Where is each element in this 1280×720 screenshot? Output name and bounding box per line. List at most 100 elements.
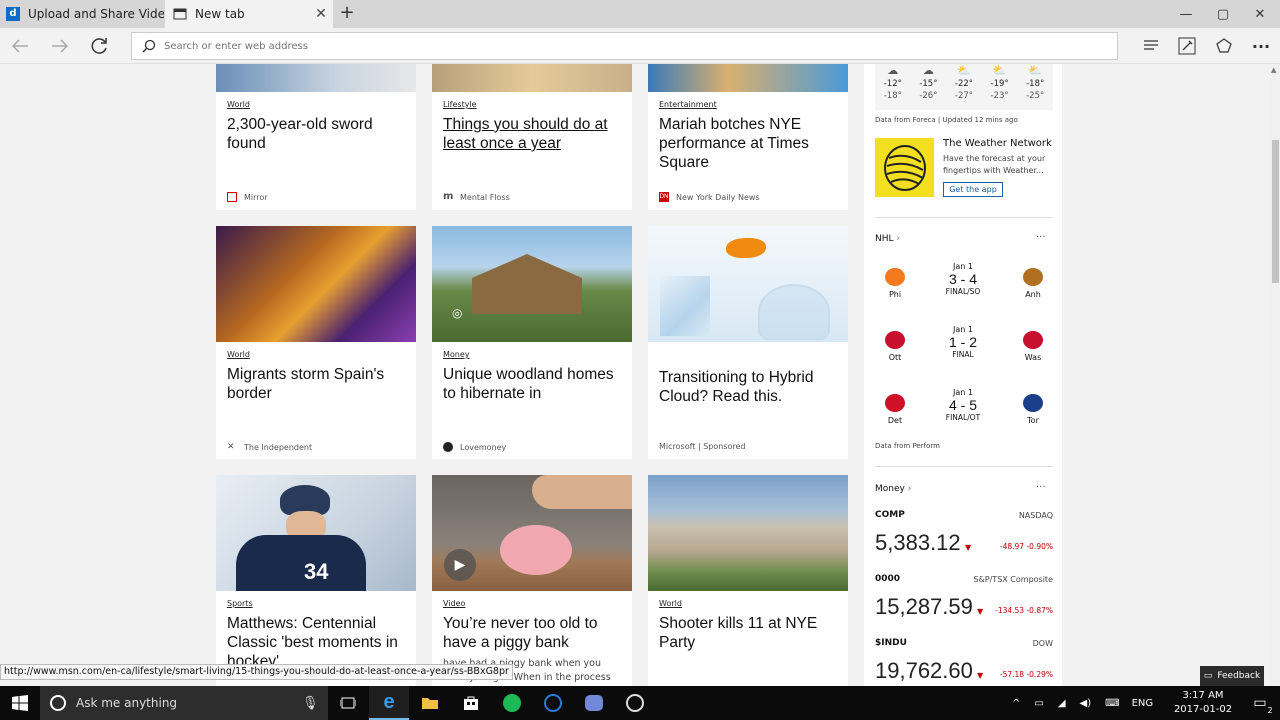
get-the-app-button[interactable]: Get the app	[943, 182, 1003, 197]
minimize-button[interactable]: —	[1166, 0, 1206, 28]
store-icon	[464, 696, 478, 710]
app-button[interactable]	[533, 686, 573, 720]
article-title[interactable]: Unique woodland homes to hibernate in	[443, 365, 624, 403]
forecast-low: -25°	[1026, 91, 1045, 101]
windows-logo-icon	[12, 695, 28, 711]
mental-floss-logo-icon: m	[443, 191, 454, 202]
tab-upload-videos[interactable]: d Upload and Share Videos | I	[0, 0, 164, 28]
taskbar: Ask me anything 🎙 e ^ ▭ ◢ ◀) ⌨ ENG 3:17 …	[0, 686, 1280, 720]
forecast-day[interactable]: ☁ -15° -26°	[911, 64, 947, 110]
dailymotion-favicon-icon: d	[6, 7, 20, 21]
nhl-more-icon[interactable]: ···	[1036, 232, 1046, 243]
news-card[interactable]: ◎ Money Unique woodland homes to hiberna…	[432, 226, 632, 459]
article-title[interactable]: Transitioning to Hybrid Cloud? Read this…	[659, 368, 840, 406]
hub-button[interactable]	[1133, 28, 1169, 64]
stock-value: 5,383.12	[875, 530, 961, 555]
volume-icon[interactable]: ◀)	[1080, 698, 1092, 709]
nhl-game[interactable]: Ott Jan 11 - 2 FINAL Was	[875, 323, 1053, 381]
clock[interactable]: 3:17 AM 2017-01-02	[1170, 689, 1236, 717]
scrollbar[interactable]: ▲	[1270, 64, 1280, 686]
web-note-button[interactable]	[1169, 28, 1205, 64]
cortana-search-box[interactable]: Ask me anything 🎙	[40, 686, 328, 720]
stock-quote[interactable]: COMP NASDAQ 5,383.12 ▼ -48.97 -0.90%	[875, 510, 1053, 570]
forecast-day[interactable]: ⛅ -22° -27°	[946, 64, 982, 110]
article-title[interactable]: Matthews: Centennial Classic 'best momen…	[227, 614, 408, 671]
battery-icon[interactable]: ▭	[1034, 698, 1043, 709]
article-title[interactable]: Things you should do at least once a yea…	[443, 115, 624, 153]
article-category[interactable]: Lifestyle	[443, 100, 624, 109]
money-heading[interactable]: Money ›	[875, 484, 911, 494]
article-image	[648, 475, 848, 591]
stock-quote[interactable]: 0000 S&P/TSX Composite 15,287.59 ▼ -134.53 -…	[875, 574, 1053, 634]
store-button[interactable]	[451, 686, 491, 720]
ad-title[interactable]: The Weather Network	[943, 138, 1052, 149]
keyboard-icon[interactable]: ⌨	[1105, 698, 1119, 709]
away-team: Tor	[1027, 416, 1039, 425]
article-category[interactable]: World	[227, 100, 408, 109]
news-card[interactable]: Entertainment Mariah botches NYE perform…	[648, 64, 848, 210]
nhl-game[interactable]: Phi Jan 13 - 4 FINAL/SO Anh	[875, 260, 1053, 318]
back-button[interactable]	[0, 28, 40, 64]
stock-quote[interactable]: $INDU DOW 19,762.60 ▼ -57.18 -0.29%	[875, 638, 1053, 686]
file-explorer-button[interactable]	[410, 686, 450, 720]
network-icon[interactable]: ◢	[1058, 698, 1066, 709]
article-title[interactable]: Migrants storm Spain's border	[227, 365, 408, 403]
nhl-game[interactable]: Det Jan 14 - 5 FINAL/OT Tor	[875, 386, 1053, 444]
article-title[interactable]: 2,300-year-old sword found	[227, 115, 408, 153]
stock-change: -57.18	[999, 670, 1025, 679]
article-title[interactable]: You’re never too old to have a piggy ban…	[443, 614, 624, 652]
forecast-day[interactable]: ⛅ -18° -25°	[1017, 64, 1053, 110]
maximize-button[interactable]: ▢	[1203, 0, 1243, 28]
search-icon	[142, 39, 156, 53]
news-card[interactable]: World Migrants storm Spain's border ✕ Th…	[216, 226, 416, 459]
forecast-day[interactable]: ☁ -12° -18°	[875, 64, 911, 110]
article-category[interactable]: Sports	[227, 599, 408, 608]
weather-network-logo-icon[interactable]	[875, 138, 934, 197]
article-category[interactable]: Video	[443, 599, 624, 608]
feedback-button[interactable]: ▭ Feedback	[1200, 666, 1264, 686]
more-actions-icon[interactable]: ···	[1243, 28, 1279, 64]
close-window-button[interactable]: ✕	[1240, 0, 1280, 28]
new-tab-button[interactable]: +	[336, 3, 358, 25]
stock-symbol: 0000	[875, 574, 901, 584]
discord-button[interactable]	[574, 686, 614, 720]
edge-taskbar-button[interactable]: e	[369, 686, 409, 720]
forecast-day[interactable]: ⛅ -19° -23°	[982, 64, 1018, 110]
refresh-button[interactable]	[80, 28, 120, 64]
money-more-icon[interactable]: ···	[1036, 482, 1046, 493]
scroll-up-icon[interactable]: ▲	[1271, 66, 1276, 74]
play-video-icon[interactable]: ▶	[444, 549, 476, 581]
start-button[interactable]	[0, 686, 40, 720]
nydn-logo-icon: DN	[659, 192, 669, 202]
stock-percent: -0.29%	[1026, 670, 1053, 679]
news-card[interactable]: World 2,300-year-old sword found Mirror	[216, 64, 416, 210]
game-score: 1 - 2	[948, 334, 977, 350]
news-card[interactable]: 34 Sports Matthews: Centennial Classic '…	[216, 475, 416, 686]
tab-new-tab[interactable]: New tab ✕	[165, 0, 333, 28]
article-category[interactable]: World	[659, 599, 840, 608]
address-input[interactable]	[164, 40, 1064, 52]
article-title[interactable]: Mariah botches NYE performance at Times …	[659, 115, 840, 172]
action-center-button[interactable]: ▭ 2	[1240, 686, 1280, 720]
nhl-heading[interactable]: NHL ›	[875, 234, 900, 244]
language-indicator[interactable]: ENG	[1132, 698, 1154, 709]
close-tab-icon[interactable]: ✕	[309, 6, 333, 22]
forward-button[interactable]	[40, 28, 80, 64]
microphone-icon[interactable]: 🎙	[302, 696, 319, 711]
scrollbar-thumb[interactable]	[1272, 140, 1279, 283]
article-category[interactable]: Money	[443, 350, 624, 359]
article-category[interactable]: World	[227, 350, 408, 359]
article-category[interactable]: Entertainment	[659, 100, 840, 109]
stock-value: 19,762.60	[875, 658, 973, 683]
news-card[interactable]: Transitioning to Hybrid Cloud? Read this…	[648, 226, 848, 459]
obs-button[interactable]	[615, 686, 655, 720]
show-hidden-icons-icon[interactable]: ^	[1012, 698, 1020, 709]
article-title[interactable]: Shooter kills 11 at NYE Party	[659, 614, 840, 652]
share-button[interactable]	[1206, 28, 1242, 64]
news-card[interactable]: World Shooter kills 11 at NYE Party	[648, 475, 848, 686]
news-card[interactable]: Lifestyle Things you should do at least …	[432, 64, 632, 210]
news-card[interactable]: ▶ Video You’re never too old to have a p…	[432, 475, 632, 686]
address-bar[interactable]	[131, 32, 1118, 60]
spotify-button[interactable]	[492, 686, 532, 720]
task-view-button[interactable]	[328, 686, 368, 720]
